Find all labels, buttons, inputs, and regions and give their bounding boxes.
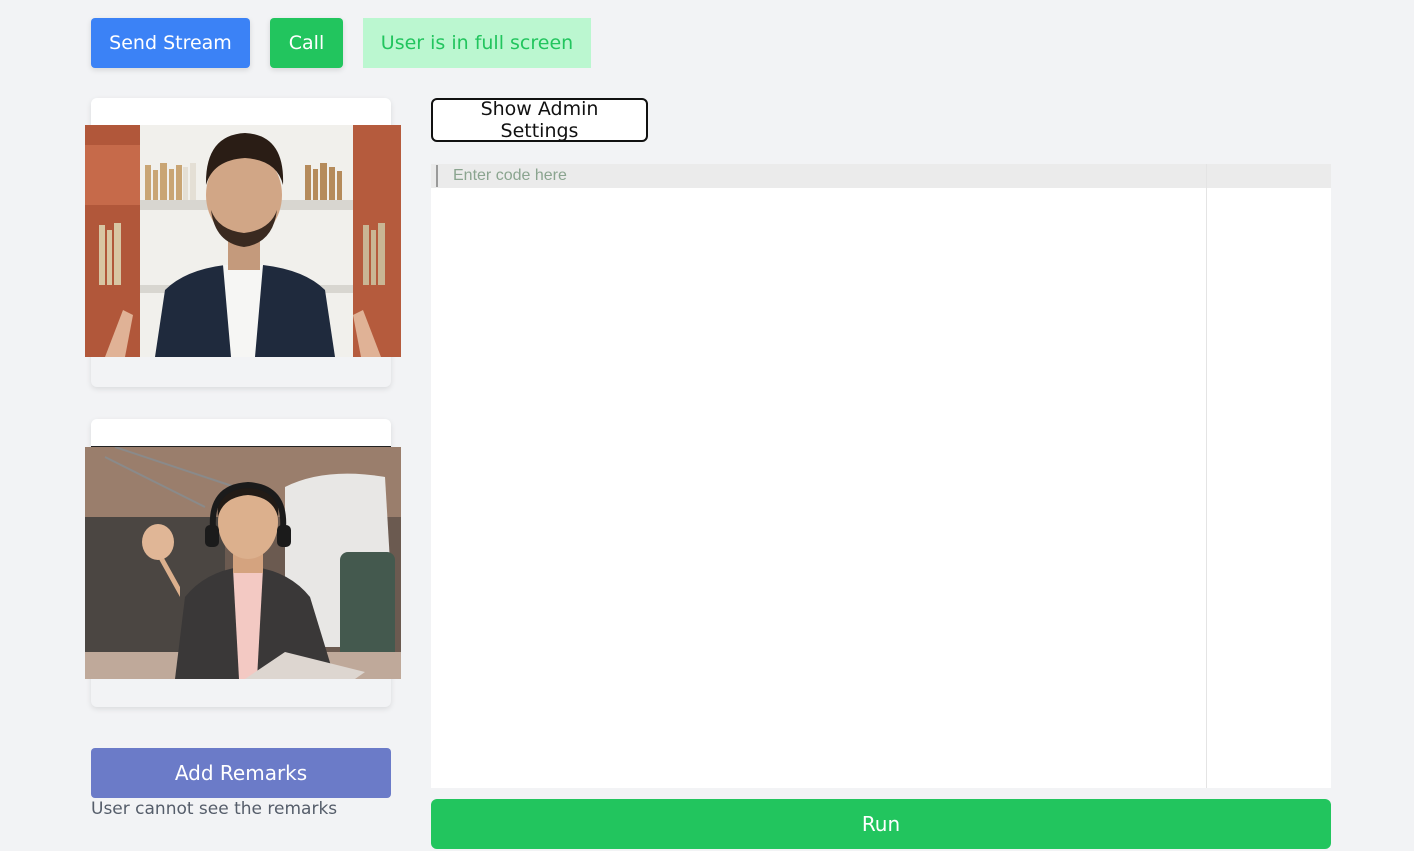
- code-input[interactable]: [453, 164, 1203, 188]
- local-video: [85, 125, 401, 357]
- remarks-visibility-note: User cannot see the remarks: [91, 799, 338, 819]
- run-button[interactable]: Run: [431, 799, 1331, 849]
- video-person-two: [85, 447, 401, 679]
- code-editor[interactable]: [431, 164, 1331, 788]
- video-person-one: [85, 125, 401, 357]
- remote-video: [85, 447, 401, 679]
- video-card-header: [91, 419, 391, 447]
- send-stream-button[interactable]: Send Stream: [91, 18, 250, 68]
- show-admin-settings-button[interactable]: Show Admin Settings: [431, 98, 648, 142]
- video-card-header: [91, 98, 391, 125]
- editor-print-margin: [1206, 164, 1207, 788]
- call-button[interactable]: Call: [270, 18, 343, 68]
- fullscreen-status-badge: User is in full screen: [363, 18, 591, 68]
- editor-cursor: [436, 165, 438, 187]
- add-remarks-button[interactable]: Add Remarks: [91, 748, 391, 798]
